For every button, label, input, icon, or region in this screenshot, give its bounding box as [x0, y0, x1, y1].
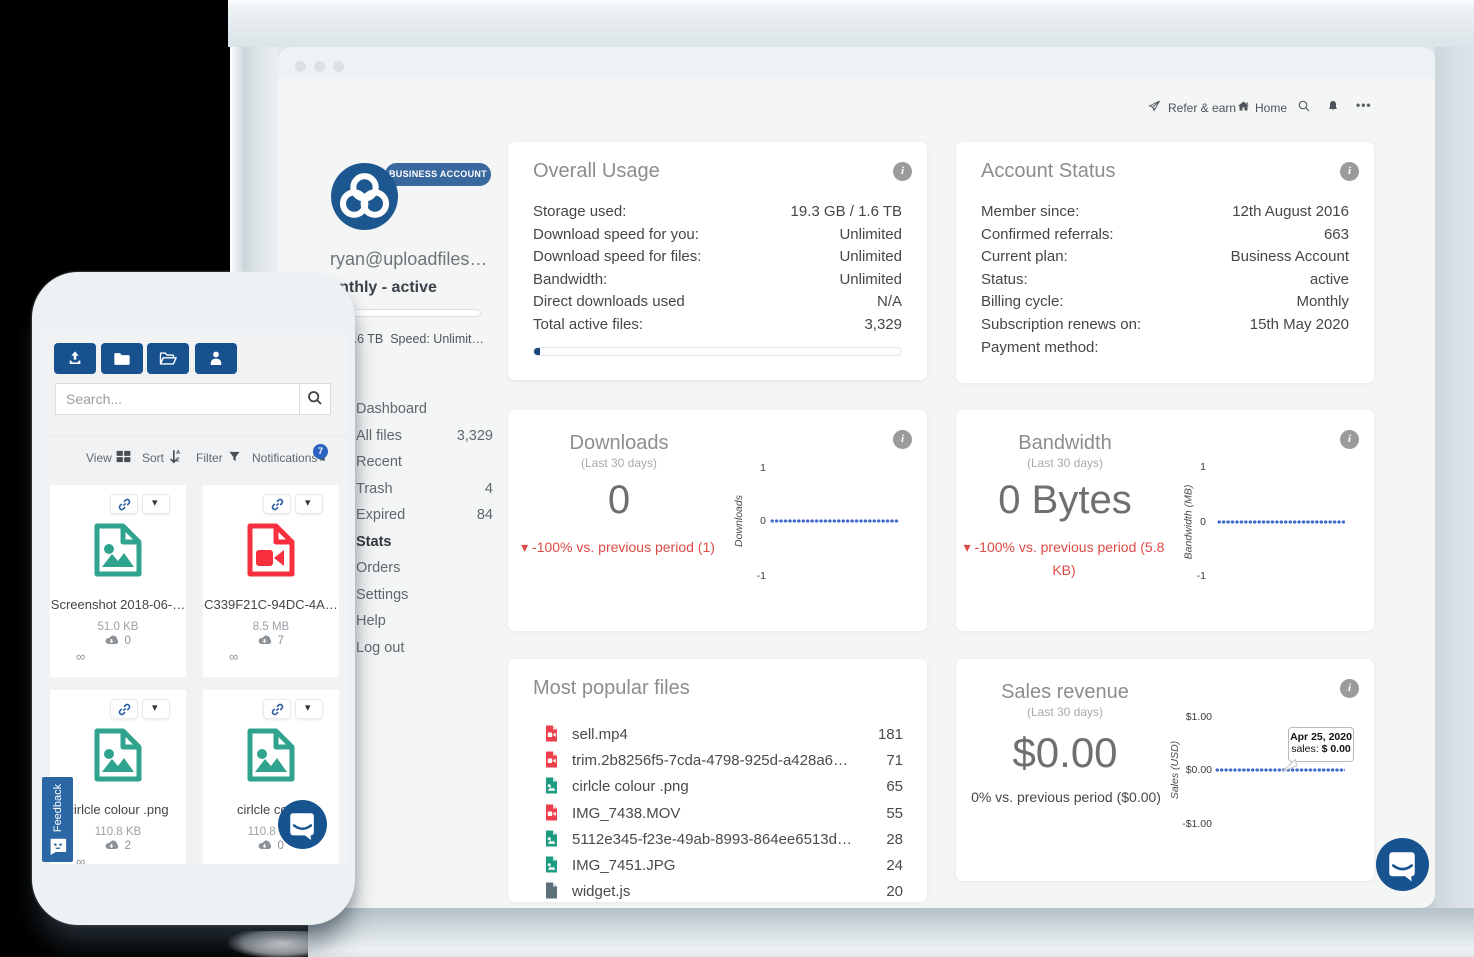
svg-text:A: A: [176, 450, 180, 456]
svg-text:Z: Z: [176, 458, 180, 464]
